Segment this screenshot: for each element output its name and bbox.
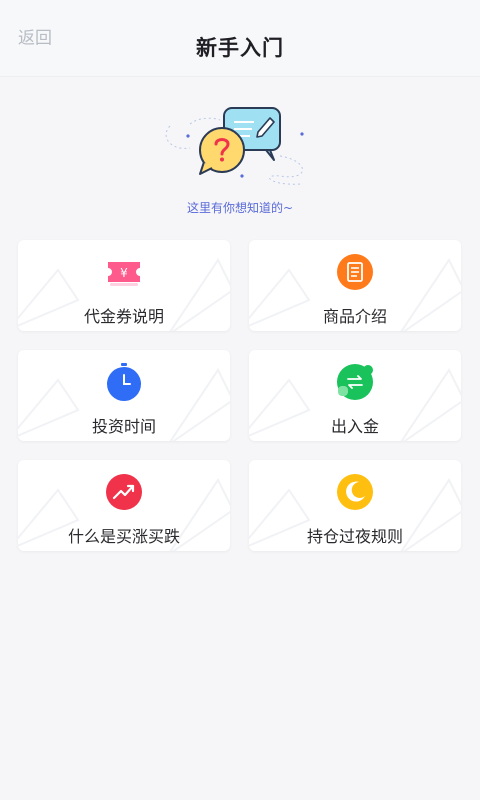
card-label: 出入金 [330,417,379,436]
card-label: 代金券说明 [83,307,164,326]
card-products[interactable]: 商品介绍 [249,240,461,331]
top-bar: 返回 新手入门 [0,0,480,76]
hero-subtitle: 这里有你想知道的~ [186,201,294,215]
svg-text:¥: ¥ [120,266,128,280]
card-deposit-withdraw[interactable]: 出入金 [249,350,461,441]
stopwatch-icon [104,362,144,402]
trend-up-icon [104,472,144,512]
transfer-icon [335,362,375,402]
moon-icon [335,472,375,512]
card-label: 持仓过夜规则 [306,527,403,546]
voucher-icon: ¥ [104,252,144,292]
card-label: 投资时间 [91,417,156,436]
card-label: 商品介绍 [322,307,387,326]
page-title: 新手入门 [196,36,284,60]
card-trading-hours[interactable]: 投资时间 [18,350,230,441]
card-label: 什么是买涨买跌 [67,527,180,546]
document-icon [335,252,375,292]
card-overnight-rules[interactable]: 持仓过夜规则 [249,460,461,551]
chat-question-icon [165,107,304,185]
hero-illustration [160,96,320,196]
card-long-short[interactable]: 什么是买涨买跌 [18,460,230,551]
card-voucher[interactable]: ¥ 代金券说明 [18,240,230,331]
